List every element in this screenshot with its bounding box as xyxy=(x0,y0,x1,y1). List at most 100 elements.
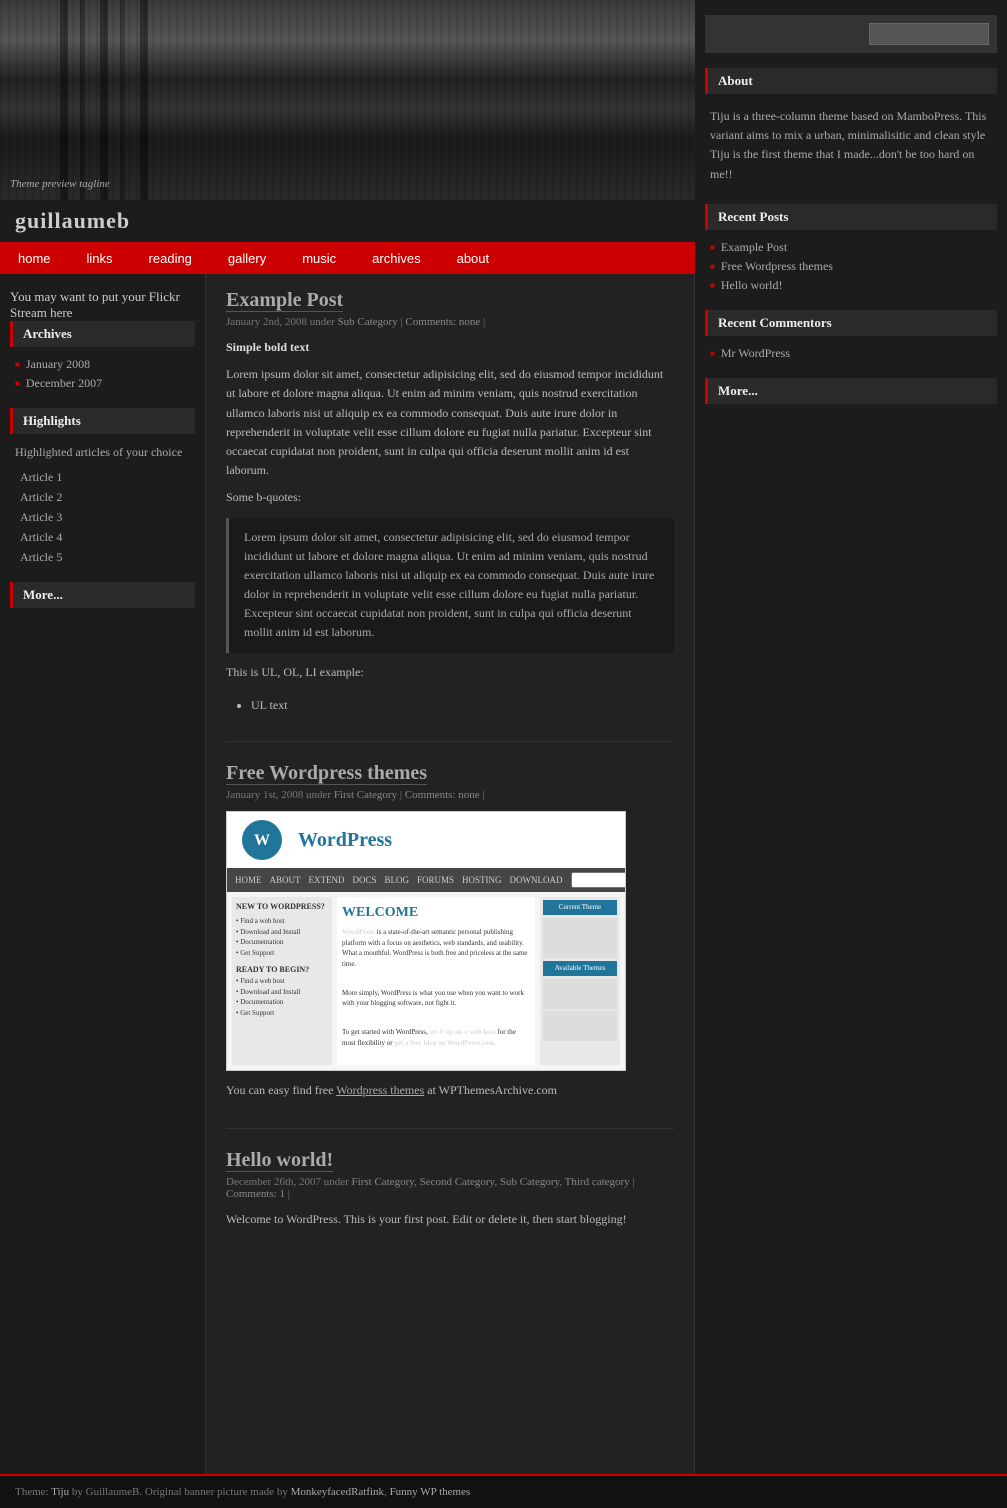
post-title-wordpress: Free Wordpress themes xyxy=(226,762,674,785)
post-cat3-hello[interactable]: Sub Category xyxy=(500,1176,559,1188)
post-body-text: Lorem ipsum dolor sit amet, consectetur … xyxy=(226,365,674,480)
search-box xyxy=(705,15,997,53)
post-comments-hello[interactable]: Comments: 1 xyxy=(226,1188,285,1200)
header-banner: Theme preview tagline xyxy=(0,0,695,200)
recent-post-3[interactable]: Hello world! xyxy=(721,278,783,293)
footer-funny-themes[interactable]: Funny WP themes xyxy=(390,1486,471,1498)
wp-logo-text: WordPress xyxy=(298,824,392,856)
post-hello-text: Welcome to WordPress. This is your first… xyxy=(226,1210,674,1229)
flickr-note: You may want to put your Flickr Stream h… xyxy=(10,289,195,321)
highlight-article-3[interactable]: Article 3 xyxy=(20,510,62,524)
post-bold-text: Simple bold text xyxy=(226,340,309,354)
post-date-example: January 2nd, 2008 under xyxy=(226,316,335,328)
post-cat4-hello[interactable]: Third category xyxy=(565,1176,630,1188)
about-section: About Tiju is a three-column theme based… xyxy=(705,68,997,189)
site-tagline: Theme preview tagline xyxy=(10,178,110,190)
recent-posts-section: Recent Posts Example Post Free Wordpress… xyxy=(705,204,997,295)
footer: Theme: Tiju by GuillaumeB. Original bann… xyxy=(0,1474,1007,1508)
post-meta-hello: December 26th, 2007 under First Category… xyxy=(226,1176,674,1200)
highlighted-articles-link[interactable]: Highlighted articles of your choice xyxy=(10,442,195,463)
wp-logo: W xyxy=(242,820,282,860)
right-sidebar-more[interactable]: More... xyxy=(705,378,997,404)
nav-music[interactable]: music xyxy=(284,242,354,274)
wp-welcome-heading: WELCOME xyxy=(342,902,530,923)
post-example: Example Post January 2nd, 2008 under Sub… xyxy=(226,289,674,742)
post-link-hello[interactable]: Hello world! xyxy=(226,1149,333,1172)
post-category-wordpress[interactable]: First Category xyxy=(334,789,397,801)
post-meta-example: January 2nd, 2008 under Sub Category | C… xyxy=(226,316,674,328)
site-title: guillaumeb xyxy=(15,208,130,233)
highlight-article-2[interactable]: Article 2 xyxy=(20,490,62,504)
post-lists: UL text xyxy=(226,690,674,721)
post-content-wordpress: W WordPress HOME ABOUT xyxy=(226,811,674,1100)
wp-sidebar-title: NEW TO WORDPRESS? xyxy=(236,901,328,913)
search-input[interactable] xyxy=(869,23,989,45)
recent-commentor-1[interactable]: Mr WordPress xyxy=(721,346,790,361)
post-category-example[interactable]: Sub Category xyxy=(338,316,398,328)
nav-about[interactable]: about xyxy=(439,242,508,274)
post-list-intro: This is UL, OL, LI example: xyxy=(226,663,674,682)
wp-available-themes: Available Themes xyxy=(543,961,617,976)
recent-posts-list: Example Post Free Wordpress themes Hello… xyxy=(705,238,997,295)
post-cat2-hello[interactable]: Second Category xyxy=(420,1176,495,1188)
post-link-example[interactable]: Example Post xyxy=(226,289,343,312)
post-wordpress: Free Wordpress themes January 1st, 2008 … xyxy=(226,762,674,1129)
right-sidebar: About Tiju is a three-column theme based… xyxy=(695,0,1007,1474)
footer-banner-credit[interactable]: MonkeyfacedRatfink xyxy=(291,1486,384,1498)
recent-post-1[interactable]: Example Post xyxy=(721,240,787,255)
main-content: Example Post January 2nd, 2008 under Sub… xyxy=(205,274,695,1474)
post-link-wordpress[interactable]: Free Wordpress themes xyxy=(226,762,427,785)
post-content-hello: Welcome to WordPress. This is your first… xyxy=(226,1210,674,1229)
left-sidebar-more[interactable]: More... xyxy=(10,582,195,608)
wp-theme-preview xyxy=(543,918,617,958)
wp-search[interactable] xyxy=(571,872,626,888)
left-sidebar: You may want to put your Flickr Stream h… xyxy=(0,274,205,1474)
post-comments-example[interactable]: Comments: none xyxy=(405,316,480,328)
highlights-title: Highlights xyxy=(10,408,195,434)
nav-gallery[interactable]: gallery xyxy=(210,242,284,274)
recent-commentors-list: Mr WordPress xyxy=(705,344,997,363)
archives-section: Archives January 2008 December 2007 xyxy=(10,321,195,393)
about-text: Tiju is a three-column theme based on Ma… xyxy=(705,102,997,189)
highlight-article-1[interactable]: Article 1 xyxy=(20,470,62,484)
highlight-article-5[interactable]: Article 5 xyxy=(20,550,62,564)
highlights-section: Highlights Highlighted articles of your … xyxy=(10,408,195,567)
footer-theme-link[interactable]: Tiju xyxy=(51,1486,69,1498)
post-title-example: Example Post xyxy=(226,289,674,312)
post-meta-wordpress: January 1st, 2008 under First Category |… xyxy=(226,789,674,801)
about-title: About xyxy=(705,68,997,94)
wp-current-theme: Current Theme xyxy=(543,900,617,915)
post-bquote-intro: Some b-quotes: xyxy=(226,488,674,507)
recent-posts-title: Recent Posts xyxy=(705,204,997,230)
svg-text:W: W xyxy=(254,832,270,849)
post-date-wordpress: January 1st, 2008 under xyxy=(226,789,331,801)
post-content-example: Simple bold text Lorem ipsum dolor sit a… xyxy=(226,338,674,721)
archive-jan-2008[interactable]: January 2008 xyxy=(26,357,90,372)
ul-item: UL text xyxy=(251,695,674,716)
wp-welcome-text: WordPress is a state-of-the-art semantic… xyxy=(342,927,530,969)
post-title-hello: Hello world! xyxy=(226,1149,674,1172)
recent-commentors-title: Recent Commentors xyxy=(705,310,997,336)
nav-reading[interactable]: reading xyxy=(131,242,210,274)
post-wp-text: You can easy find free Wordpress themes … xyxy=(226,1081,674,1100)
recent-commentors-section: Recent Commentors Mr WordPress xyxy=(705,310,997,363)
archives-title: Archives xyxy=(10,321,195,347)
wordpress-themes-link[interactable]: Wordpress themes xyxy=(336,1083,424,1097)
post-hello: Hello world! December 26th, 2007 under F… xyxy=(226,1149,674,1257)
main-nav: home links reading gallery music archive… xyxy=(0,242,695,274)
archive-dec-2007[interactable]: December 2007 xyxy=(26,376,102,391)
post-blockquote: Lorem ipsum dolor sit amet, consectetur … xyxy=(226,518,674,653)
nav-archives[interactable]: archives xyxy=(354,242,438,274)
post-comments-wordpress[interactable]: Comments: none xyxy=(405,789,480,801)
footer-by-text: by GuillaumeB. Original banner picture m… xyxy=(72,1486,288,1498)
wordpress-image: W WordPress HOME ABOUT xyxy=(226,811,674,1071)
nav-links[interactable]: links xyxy=(69,242,131,274)
recent-post-2[interactable]: Free Wordpress themes xyxy=(721,259,833,274)
wp-ready: READY TO BEGIN? xyxy=(236,964,328,976)
post-date-hello: December 26th, 2007 under xyxy=(226,1176,349,1188)
nav-home[interactable]: home xyxy=(0,242,69,274)
wp-nav-bar: HOME ABOUT EXTEND DOCS BLOG FORUMS HOSTI… xyxy=(227,868,625,892)
post-cat1-hello[interactable]: First Category xyxy=(352,1176,415,1188)
highlight-article-4[interactable]: Article 4 xyxy=(20,530,62,544)
footer-theme-label: Theme: xyxy=(15,1486,49,1498)
